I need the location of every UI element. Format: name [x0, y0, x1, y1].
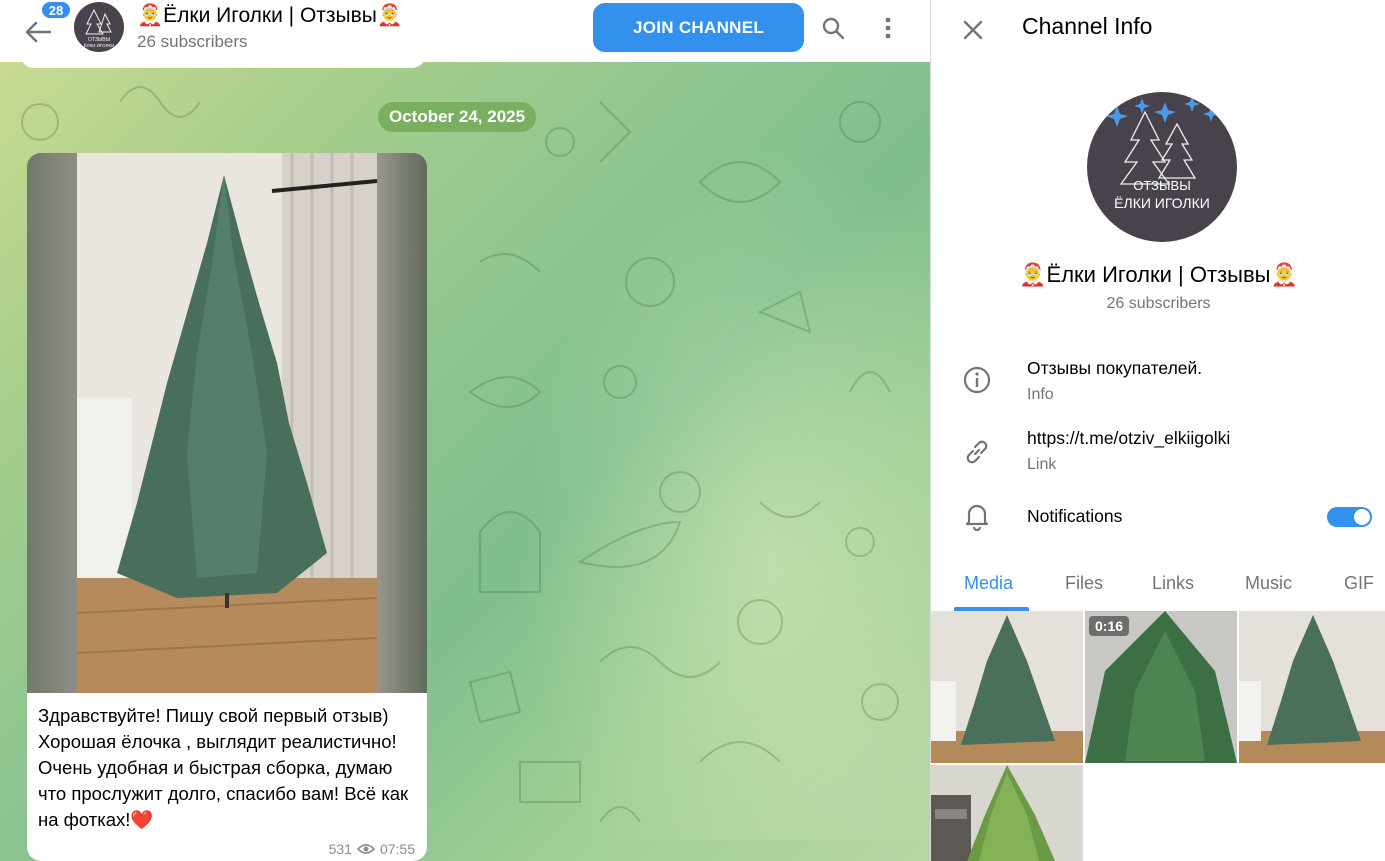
channel-info-panel: Channel Info ОТЗЫВЫ ЁЛКИ ИГОЛКИ 🤶Ёлки Иг…: [930, 0, 1385, 861]
link-value[interactable]: https://t.me/otziv_elkiigolki: [1027, 428, 1230, 449]
svg-text:ЁЛКИ ИГОЛКИ: ЁЛКИ ИГОЛКИ: [84, 42, 115, 48]
close-icon: [963, 20, 983, 40]
tab-media[interactable]: Media: [964, 573, 1013, 594]
link-label: Link: [1027, 456, 1057, 473]
message-photo[interactable]: [27, 153, 427, 693]
views-eye-icon: [356, 844, 375, 854]
notifications-label: Notifications: [1027, 506, 1123, 526]
more-vertical-icon: [885, 17, 891, 39]
info-value: Отзывы покупателей.: [1027, 358, 1203, 378]
notifications-row[interactable]: Notifications: [931, 500, 1385, 536]
close-panel-button[interactable]: [955, 12, 991, 48]
info-icon: [961, 364, 993, 396]
subscriber-count: 26 subscribers: [1106, 295, 1211, 312]
subscriber-count: 26 subscribers: [137, 32, 248, 51]
media-thumbnail[interactable]: [931, 611, 1083, 763]
svg-text:ЁЛКИ ИГОЛКИ: ЁЛКИ ИГОЛКИ: [1114, 195, 1210, 211]
info-label: Info: [1027, 386, 1054, 403]
search-button[interactable]: [815, 10, 851, 46]
svg-text:ОТЗЫВЫ: ОТЗЫВЫ: [1133, 178, 1190, 193]
view-count: 531: [328, 841, 352, 857]
link-row[interactable]: https://t.me/otziv_elkiigolki Link: [931, 428, 1385, 478]
search-icon: [822, 17, 845, 40]
more-options-button[interactable]: [870, 10, 906, 46]
date-separator: October 24, 2025: [378, 102, 537, 132]
link-icon: [961, 436, 993, 468]
bell-icon: [961, 500, 993, 532]
christmas-tree-photo: [76, 153, 378, 693]
channel-title[interactable]: 🤶Ёлки Иголки | Отзывы🤶: [137, 4, 403, 28]
fir-trees-logo-icon: ОТЗЫВЫ ЁЛКИ ИГОЛКИ: [1106, 96, 1219, 211]
channel-name: 🤶Ёлки Иголки | Отзывы🤶: [1019, 262, 1298, 287]
notifications-toggle[interactable]: [1327, 507, 1372, 527]
tab-music[interactable]: Music: [1245, 573, 1292, 594]
message-bubble[interactable]: Здравствуйте! Пишу свой первый отзыв) Хо…: [27, 153, 427, 861]
tab-files[interactable]: Files: [1065, 573, 1103, 594]
video-duration: 0:16: [1089, 616, 1130, 636]
back-arrow-icon: [25, 21, 51, 43]
panel-title: Channel Info: [1022, 13, 1153, 39]
tab-links[interactable]: Links: [1152, 573, 1194, 594]
tab-gif[interactable]: GIF: [1344, 573, 1374, 594]
message-meta: 531 07:55: [329, 841, 415, 857]
channel-avatar[interactable]: ОТЗЫВЫ ЁЛКИ ИГОЛКИ: [74, 2, 124, 52]
chat-header: 28 ОТЗЫВЫ ЁЛКИ ИГОЛКИ 🤶Ёлки Иголки | Отз…: [0, 0, 930, 62]
fir-trees-logo-icon: ОТЗЫВЫ ЁЛКИ ИГОЛКИ: [84, 8, 115, 48]
media-thumbnail[interactable]: [1239, 611, 1385, 763]
media-thumbnail-video[interactable]: 0:16: [1085, 611, 1237, 763]
chat-area: October 24, 2025 Здравствуйте! Пишу свой…: [0, 0, 930, 861]
join-channel-button[interactable]: JOIN CHANNEL: [593, 3, 804, 52]
info-row[interactable]: Отзывы покупателей. Info: [931, 358, 1385, 408]
channel-avatar-large[interactable]: ОТЗЫВЫ ЁЛКИ ИГОЛКИ: [1087, 92, 1237, 242]
unread-badge: 28: [40, 0, 72, 20]
media-thumbnail[interactable]: [931, 765, 1083, 861]
message-time: 07:55: [379, 841, 415, 857]
media-tabs: Media Files Links Music GIF: [931, 568, 1385, 610]
message-text: Здравствуйте! Пишу свой первый отзыв) Хо…: [38, 705, 409, 830]
